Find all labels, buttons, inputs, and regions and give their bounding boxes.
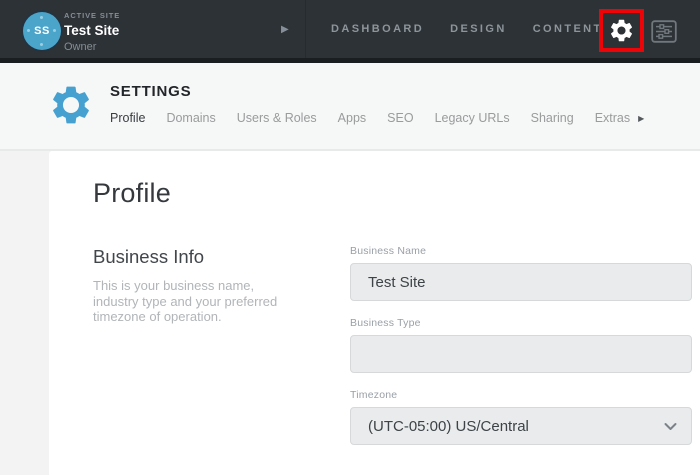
main-nav: DASHBOARD DESIGN CONTENT bbox=[331, 0, 603, 58]
timezone-selected-value: (UTC-05:00) US/Central bbox=[368, 417, 529, 435]
nav-design[interactable]: DESIGN bbox=[450, 23, 507, 35]
settings-tabs: Profile Domains Users & Roles Apps SEO L… bbox=[110, 111, 644, 125]
business-name-field-group: Business Name bbox=[350, 245, 692, 301]
timezone-field-group: Timezone (UTC-05:00) US/Central bbox=[350, 389, 692, 445]
site-expand-arrow-icon[interactable]: ▶ bbox=[281, 24, 289, 35]
tab-legacy-urls[interactable]: Legacy URLs bbox=[435, 111, 510, 125]
tab-seo[interactable]: SEO bbox=[387, 111, 413, 125]
sliders-panel-icon bbox=[651, 20, 677, 43]
gear-icon bbox=[608, 17, 635, 44]
tab-sharing[interactable]: Sharing bbox=[531, 111, 574, 125]
top-bar: SS ACTIVE SITE Test Site Owner ▶ DASHBOA… bbox=[0, 0, 700, 63]
business-name-input[interactable] bbox=[350, 263, 692, 301]
settings-gear-button[interactable] bbox=[599, 9, 644, 52]
tab-extras[interactable]: Extras bbox=[595, 111, 630, 125]
avatar-initials: SS bbox=[34, 25, 50, 37]
site-meta[interactable]: ACTIVE SITE Test Site Owner bbox=[64, 11, 120, 53]
business-type-label: Business Type bbox=[350, 317, 421, 329]
site-avatar[interactable]: SS bbox=[23, 12, 61, 50]
topbar-divider bbox=[305, 0, 306, 58]
business-type-input[interactable] bbox=[350, 335, 692, 373]
business-type-field-group: Business Type bbox=[350, 317, 692, 373]
chevron-down-icon bbox=[664, 422, 677, 431]
avatar-decoration bbox=[40, 16, 43, 19]
tab-profile[interactable]: Profile bbox=[110, 111, 145, 125]
business-info-heading: Business Info bbox=[93, 246, 205, 267]
settings-title: SETTINGS bbox=[110, 83, 192, 100]
site-role: Owner bbox=[64, 41, 97, 53]
business-info-description: This is your business name, industry typ… bbox=[93, 278, 278, 324]
settings-blue-gear-icon bbox=[48, 82, 94, 128]
editor-panel-button[interactable] bbox=[651, 20, 677, 43]
tab-users-roles[interactable]: Users & Roles bbox=[237, 111, 317, 125]
settings-header: SETTINGS Profile Domains Users & Roles A… bbox=[0, 63, 700, 151]
page-title: Profile bbox=[93, 178, 171, 208]
tab-apps[interactable]: Apps bbox=[338, 111, 367, 125]
active-site-label: ACTIVE SITE bbox=[64, 11, 121, 20]
tab-domains[interactable]: Domains bbox=[166, 111, 215, 125]
nav-dashboard[interactable]: DASHBOARD bbox=[331, 23, 424, 35]
business-info-section: Business Info This is your business name… bbox=[93, 246, 333, 325]
profile-panel: Profile Business Info This is your busin… bbox=[49, 151, 700, 475]
main-area: Profile Business Info This is your busin… bbox=[0, 151, 700, 475]
tabs-overflow-arrow-icon[interactable]: ▶ bbox=[638, 114, 644, 123]
nav-content[interactable]: CONTENT bbox=[533, 23, 603, 35]
timezone-select[interactable]: (UTC-05:00) US/Central bbox=[350, 407, 692, 445]
timezone-label: Timezone bbox=[350, 389, 398, 401]
business-info-form: Business Name Business Type Timezone (UT… bbox=[350, 245, 692, 461]
site-name: Test Site bbox=[64, 23, 120, 38]
business-name-label: Business Name bbox=[350, 245, 427, 257]
